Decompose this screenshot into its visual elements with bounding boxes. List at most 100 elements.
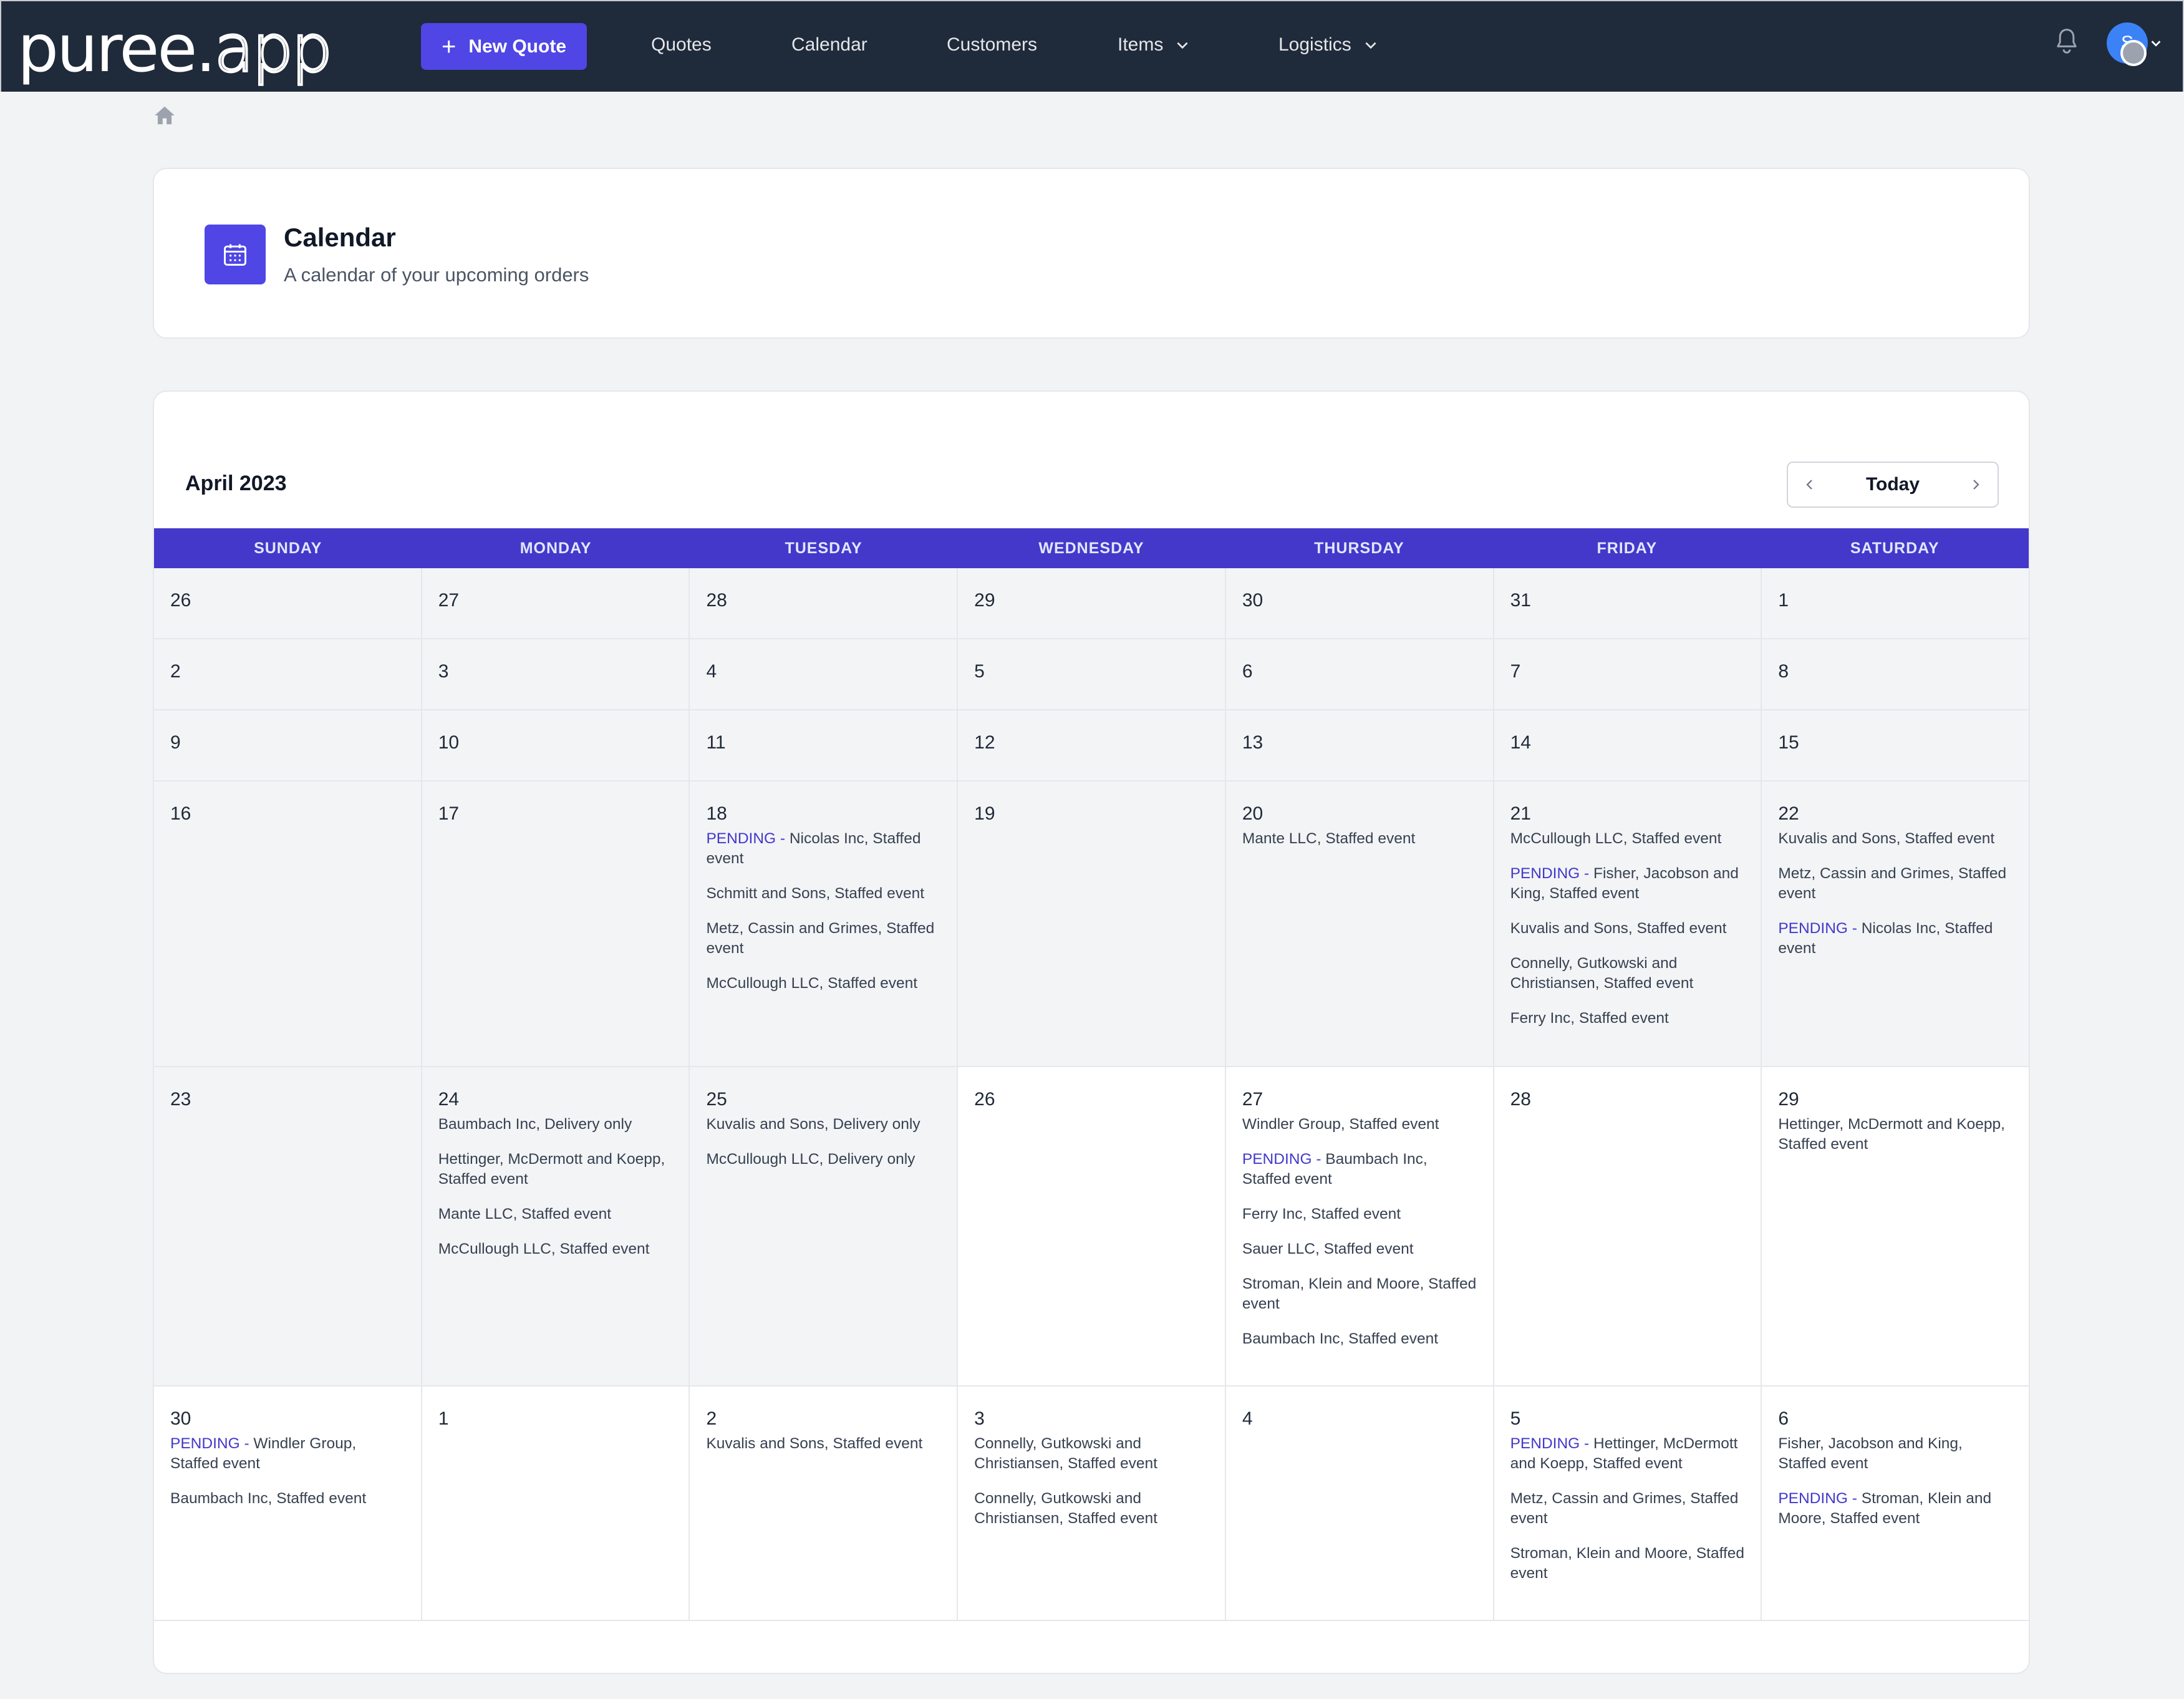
- calendar-event[interactable]: Mante LLC, Staffed event: [1242, 829, 1478, 849]
- nav-quotes[interactable]: Quotes: [651, 32, 712, 57]
- calendar-week-row: 30 PENDING - Windler Group, Staffed event…: [154, 1387, 2029, 1621]
- brand-logo[interactable]: puree.app: [17, 15, 334, 85]
- calendar-event[interactable]: Kuvalis and Sons, Delivery only: [706, 1115, 942, 1135]
- day-number: 29: [974, 590, 995, 611]
- calendar-event[interactable]: Ferry Inc, Staffed event: [1510, 1009, 1746, 1029]
- chevron-down-icon[interactable]: [2149, 36, 2163, 50]
- day-cell[interactable]: 7: [1494, 639, 1762, 709]
- nav-customers[interactable]: Customers: [947, 32, 1037, 57]
- calendar-event[interactable]: Windler Group, Staffed event: [1242, 1115, 1478, 1135]
- nav-items-label: Items: [1118, 34, 1164, 55]
- day-cell[interactable]: 9: [154, 710, 422, 780]
- day-cell[interactable]: 20 Mante LLC, Staffed event: [1225, 782, 1494, 1066]
- day-cell[interactable]: 5: [958, 639, 1226, 709]
- calendar-event[interactable]: Kuvalis and Sons, Staffed event: [706, 1434, 942, 1454]
- calendar-event[interactable]: Metz, Cassin and Grimes, Staffed event: [1778, 864, 2014, 904]
- calendar-event[interactable]: Baumbach Inc, Staffed event: [1242, 1329, 1478, 1349]
- day-number: 17: [438, 803, 460, 824]
- calendar-event[interactable]: PENDING - Fisher, Jacobson and King, Sta…: [1510, 864, 1746, 904]
- calendar-event[interactable]: Ferry Inc, Staffed event: [1242, 1204, 1478, 1224]
- day-cell[interactable]: 14: [1494, 710, 1762, 780]
- event-title: Metz, Cassin and Grimes, Staffed event: [1778, 865, 2007, 902]
- calendar-event[interactable]: Metz, Cassin and Grimes, Staffed event: [1510, 1489, 1746, 1529]
- day-cell[interactable]: 21 McCullough LLC, Staffed event PENDING -…: [1494, 782, 1762, 1066]
- day-cell[interactable]: 4: [1225, 1387, 1494, 1620]
- calendar-event[interactable]: Hettinger, McDermott and Koepp, Staffed …: [438, 1150, 674, 1189]
- day-cell[interactable]: 27 Windler Group, Staffed event PENDING - …: [1225, 1067, 1494, 1385]
- day-cell[interactable]: 6 Fisher, Jacobson and King, Staffed even…: [1762, 1387, 2029, 1620]
- day-cell[interactable]: 16: [154, 782, 422, 1066]
- day-cell[interactable]: 11: [690, 710, 959, 780]
- calendar-event[interactable]: Baumbach Inc, Delivery only: [438, 1115, 674, 1135]
- top-navbar: puree.app + New Quote Quotes Calendar Cu…: [0, 0, 2184, 92]
- event-title: McCullough LLC, Staffed event: [706, 975, 918, 992]
- day-cell[interactable]: 25 Kuvalis and Sons, Delivery only McCullo…: [690, 1067, 959, 1385]
- today-button[interactable]: Today: [1832, 474, 1954, 495]
- calendar-event[interactable]: McCullough LLC, Delivery only: [706, 1150, 942, 1169]
- calendar-event[interactable]: PENDING - Hettinger, McDermott and Koepp…: [1510, 1434, 1746, 1474]
- calendar-event[interactable]: Stroman, Klein and Moore, Staffed event: [1510, 1544, 1746, 1584]
- calendar-event[interactable]: Schmitt and Sons, Staffed event: [706, 884, 942, 904]
- calendar-event[interactable]: Mante LLC, Staffed event: [438, 1204, 674, 1224]
- day-cell[interactable]: 30 PENDING - Windler Group, Staffed event…: [154, 1387, 422, 1620]
- previous-month-button[interactable]: [1788, 463, 1832, 506]
- new-quote-button[interactable]: + New Quote: [421, 23, 587, 70]
- day-cell[interactable]: 13: [1225, 710, 1494, 780]
- calendar-event[interactable]: Stroman, Klein and Moore, Staffed event: [1242, 1274, 1478, 1314]
- day-cell[interactable]: 31: [1494, 568, 1762, 638]
- bell-icon[interactable]: [2054, 27, 2079, 55]
- day-cell[interactable]: 6: [1225, 639, 1494, 709]
- day-cell[interactable]: 28: [1494, 1067, 1762, 1385]
- next-month-button[interactable]: [1954, 463, 1998, 506]
- calendar-event[interactable]: McCullough LLC, Staffed event: [438, 1239, 674, 1259]
- day-cell[interactable]: 17: [422, 782, 690, 1066]
- day-cell[interactable]: 4: [690, 639, 959, 709]
- calendar-event[interactable]: PENDING - Nicolas Inc, Staffed event: [706, 829, 942, 869]
- day-cell[interactable]: 27: [422, 568, 690, 638]
- calendar-event[interactable]: Connelly, Gutkowski and Christiansen, St…: [974, 1434, 1210, 1474]
- day-cell[interactable]: 12: [958, 710, 1226, 780]
- home-icon[interactable]: [152, 104, 177, 127]
- day-cell[interactable]: 18 PENDING - Nicolas Inc, Staffed event Sc…: [690, 782, 959, 1066]
- calendar-event[interactable]: Kuvalis and Sons, Staffed event: [1778, 829, 2014, 849]
- day-cell[interactable]: 29 Hettinger, McDermott and Koepp, Staffe…: [1762, 1067, 2029, 1385]
- calendar-event[interactable]: Baumbach Inc, Staffed event: [170, 1489, 406, 1509]
- calendar-event[interactable]: Sauer LLC, Staffed event: [1242, 1239, 1478, 1259]
- day-cell[interactable]: 22 Kuvalis and Sons, Staffed event Metz, C…: [1762, 782, 2029, 1066]
- day-cell[interactable]: 3: [422, 639, 690, 709]
- day-cell[interactable]: 29: [958, 568, 1226, 638]
- day-cell[interactable]: 26: [154, 568, 422, 638]
- event-title: Connelly, Gutkowski and Christiansen, St…: [974, 1435, 1157, 1472]
- day-cell[interactable]: 26: [958, 1067, 1226, 1385]
- nav-logistics[interactable]: Logistics: [1278, 32, 1379, 57]
- day-number: 5: [974, 661, 985, 682]
- day-cell[interactable]: 24 Baumbach Inc, Delivery only Hettinger, …: [422, 1067, 690, 1385]
- calendar-event[interactable]: PENDING - Nicolas Inc, Staffed event: [1778, 919, 2014, 959]
- nav-calendar[interactable]: Calendar: [791, 32, 867, 57]
- day-cell[interactable]: 28: [690, 568, 959, 638]
- calendar-event[interactable]: Fisher, Jacobson and King, Staffed event: [1778, 1434, 2014, 1474]
- calendar-event[interactable]: Kuvalis and Sons, Staffed event: [1510, 919, 1746, 939]
- calendar-event[interactable]: Hettinger, McDermott and Koepp, Staffed …: [1778, 1115, 2014, 1154]
- day-cell[interactable]: 30: [1225, 568, 1494, 638]
- day-cell[interactable]: 19: [958, 782, 1226, 1066]
- day-cell[interactable]: 2: [154, 639, 422, 709]
- nav-items[interactable]: Items: [1118, 32, 1191, 57]
- calendar-event[interactable]: PENDING - Windler Group, Staffed event: [170, 1434, 406, 1474]
- day-cell[interactable]: 3 Connelly, Gutkowski and Christiansen, S…: [958, 1387, 1226, 1620]
- calendar-event[interactable]: Connelly, Gutkowski and Christiansen, St…: [1510, 954, 1746, 994]
- calendar-event[interactable]: McCullough LLC, Staffed event: [706, 974, 942, 994]
- day-cell[interactable]: 1: [1762, 568, 2029, 638]
- day-cell[interactable]: 2 Kuvalis and Sons, Staffed event: [690, 1387, 959, 1620]
- calendar-event[interactable]: PENDING - Stroman, Klein and Moore, Staf…: [1778, 1489, 2014, 1529]
- calendar-event[interactable]: PENDING - Baumbach Inc, Staffed event: [1242, 1150, 1478, 1189]
- day-cell[interactable]: 10: [422, 710, 690, 780]
- day-cell[interactable]: 23: [154, 1067, 422, 1385]
- day-cell[interactable]: 8: [1762, 639, 2029, 709]
- calendar-event[interactable]: Metz, Cassin and Grimes, Staffed event: [706, 919, 942, 959]
- day-cell[interactable]: 15: [1762, 710, 2029, 780]
- day-cell[interactable]: 5 PENDING - Hettinger, McDermott and Koep…: [1494, 1387, 1762, 1620]
- day-cell[interactable]: 1: [422, 1387, 690, 1620]
- calendar-event[interactable]: McCullough LLC, Staffed event: [1510, 829, 1746, 849]
- calendar-event[interactable]: Connelly, Gutkowski and Christiansen, St…: [974, 1489, 1210, 1529]
